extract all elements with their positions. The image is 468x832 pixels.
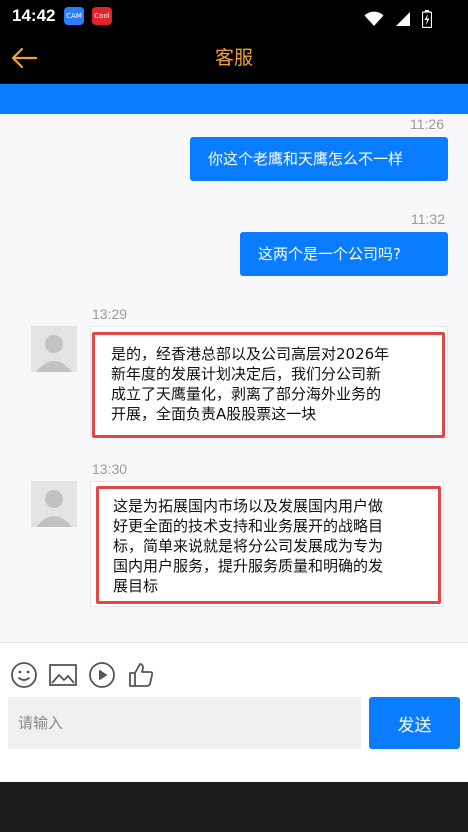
outgoing-message: 你这个老鹰和天鹰怎么不一样 <box>190 137 448 181</box>
app-header: 客服 <box>0 32 468 84</box>
system-navigation-bar <box>0 782 468 832</box>
message-line: 开展，全面负责A股股票这一块 <box>111 405 317 423</box>
message-input[interactable] <box>8 697 361 749</box>
agent-avatar <box>31 326 77 372</box>
system-icons <box>358 8 432 28</box>
message-timestamp: 13:30 <box>92 461 128 477</box>
message-line: 是的，经香港总部以及公司高层对2026年 <box>111 345 390 363</box>
message-line: 好更全面的技术支持和业务展开的战略目 <box>113 517 384 535</box>
message-line: 成立了天鹰量化，剥离了部分海外业务的 <box>111 385 382 403</box>
back-arrow-icon[interactable] <box>10 44 40 72</box>
message-timestamp: 11:32 <box>411 211 445 227</box>
message-line: 新年度的发展计划决定后，我们分公司新 <box>111 365 382 383</box>
notification-app-icon: CAM <box>64 7 84 25</box>
message-timestamp: 11:26 <box>410 116 444 132</box>
status-bar: 14:42 CAM Cool <box>0 0 468 32</box>
wifi-icon <box>364 11 384 26</box>
message-text: 是的，经香港总部以及公司高层对2026年 新年度的发展计划决定后，我们分公司新 … <box>111 344 389 424</box>
message-line: 这是为拓展国内市场以及发展国内用户做 <box>113 497 384 515</box>
avatar-icon <box>31 326 77 372</box>
page-title: 客服 <box>214 47 253 69</box>
avatar-icon <box>31 481 77 527</box>
message-line: 展目标 <box>113 577 159 595</box>
header-banner <box>0 84 468 114</box>
message-line: 标，简单来说就是将分公司发展成为专为 <box>113 537 384 555</box>
input-panel: 发送 <box>0 643 468 782</box>
incoming-message: 是的，经香港总部以及公司高层对2026年 新年度的发展计划决定后，我们分公司新 … <box>90 326 448 438</box>
emoji-icon[interactable] <box>10 661 38 689</box>
incoming-message: 这是为拓展国内市场以及发展国内用户做 好更全面的技术支持和业务展开的战略目 标，… <box>90 481 444 607</box>
message-text: 这是为拓展国内市场以及发展国内用户做 好更全面的技术支持和业务展开的战略目 标，… <box>113 496 383 596</box>
thumbs-up-icon[interactable] <box>127 661 155 689</box>
message-line: 国内用户服务，提升服务质量和明确的发 <box>113 557 384 575</box>
status-time: 14:42 <box>12 6 56 25</box>
chat-area: 11:26 你这个老鹰和天鹰怎么不一样 11:32 这两个是一个公司吗? 13:… <box>0 114 468 642</box>
play-icon[interactable] <box>88 661 116 689</box>
message-timestamp: 13:29 <box>92 306 128 322</box>
notification-app-icon-2: Cool <box>92 7 112 25</box>
agent-avatar <box>31 481 77 527</box>
outgoing-message: 这两个是一个公司吗? <box>240 232 448 276</box>
send-button[interactable]: 发送 <box>369 697 460 749</box>
image-icon[interactable] <box>48 661 78 689</box>
signal-icon <box>395 11 410 26</box>
battery-icon <box>422 9 432 28</box>
